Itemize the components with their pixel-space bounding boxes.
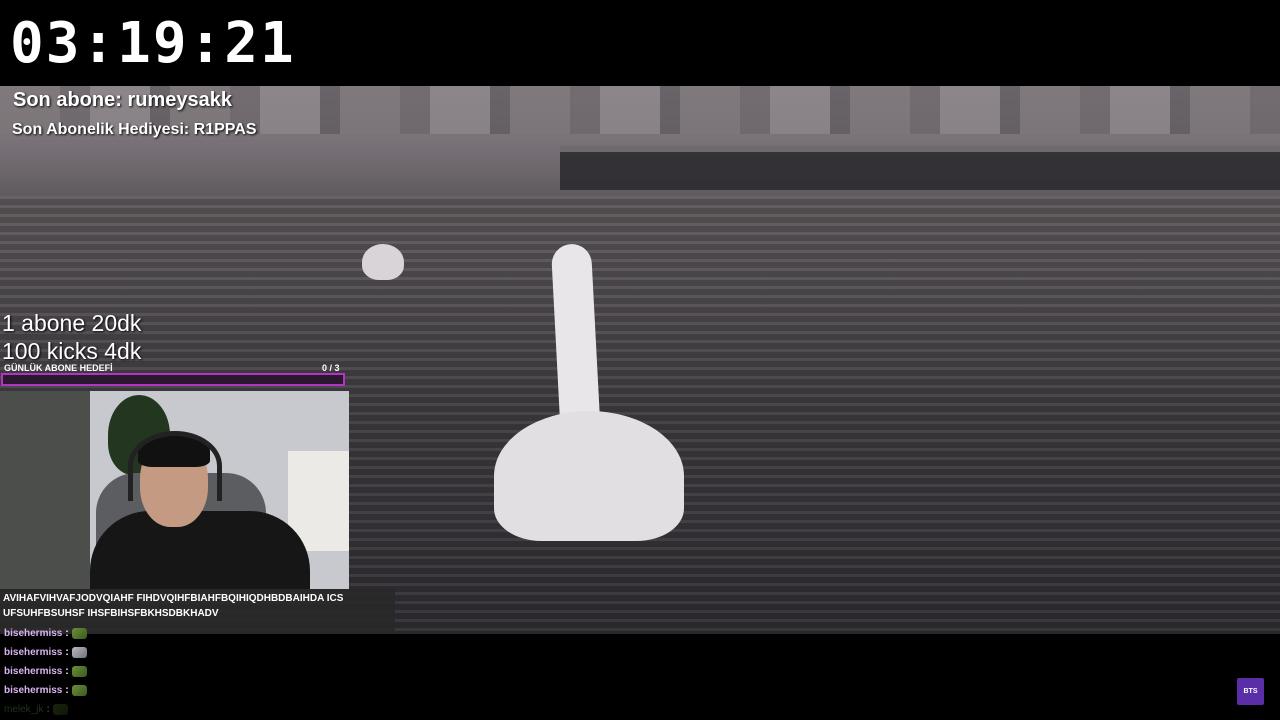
daily-goal-count: 0 / 3 bbox=[322, 363, 340, 373]
daily-goal-label: GÜNLÜK ABONE HEDEFİ bbox=[4, 363, 113, 373]
webcam-door bbox=[0, 391, 90, 589]
goal-line-1: 1 abone 20dk bbox=[2, 310, 142, 336]
chat-overlay: bisehermiss : bisehermiss : bisehermiss … bbox=[4, 624, 304, 719]
chat-username: bisehermiss bbox=[4, 666, 63, 677]
top-bar: 03:19:21 bbox=[0, 0, 1280, 86]
turtle-emote-icon bbox=[71, 628, 87, 639]
chat-separator: : bbox=[65, 685, 69, 696]
ticker-line-2: UFSUHFBSUHSF IHSFBIHSFBKHSDBKHADV bbox=[3, 608, 219, 619]
chat-message: bisehermiss : bbox=[4, 643, 304, 662]
cat-emote-icon bbox=[71, 647, 87, 658]
chat-username: bisehermiss bbox=[4, 685, 63, 696]
chat-message: melek_jk : bbox=[4, 700, 304, 719]
stream-clock: 03:19:21 bbox=[10, 11, 296, 76]
channel-badge[interactable]: BTS bbox=[1237, 678, 1264, 705]
chat-separator: : bbox=[65, 647, 69, 658]
ticker-line-1: AVIHAFVIHVAFJODVQIAHF FIHDVQIHFBIAHFBQIH… bbox=[3, 593, 344, 604]
daily-goal-progress-bar bbox=[1, 373, 345, 386]
streamer-body bbox=[90, 511, 310, 589]
chat-separator: : bbox=[65, 666, 69, 677]
pier bbox=[560, 146, 1280, 190]
webcam-feed bbox=[0, 391, 349, 589]
last-subscriber-label: Son abone: rumeysakk bbox=[13, 89, 232, 111]
turtle-emote-icon bbox=[52, 704, 68, 715]
turtle-emote-icon bbox=[71, 685, 87, 696]
chat-message: bisehermiss : bbox=[4, 681, 304, 700]
headset-icon bbox=[128, 431, 222, 501]
chat-username: bisehermiss bbox=[4, 647, 63, 658]
goal-line-2: 100 kicks 4dk bbox=[2, 338, 142, 364]
chat-message: bisehermiss : bbox=[4, 624, 304, 643]
distant-swan bbox=[362, 244, 404, 280]
chat-separator: : bbox=[46, 704, 50, 715]
pier-edge bbox=[560, 146, 1280, 152]
chat-username: melek_jk bbox=[4, 704, 44, 715]
turtle-emote-icon bbox=[71, 666, 87, 677]
swan-body bbox=[494, 411, 684, 541]
chat-message: bisehermiss : bbox=[4, 662, 304, 681]
chat-separator: : bbox=[65, 628, 69, 639]
chat-username: bisehermiss bbox=[4, 628, 63, 639]
last-gift-label: Son Abonelik Hediyesi: R1PPAS bbox=[12, 121, 257, 138]
